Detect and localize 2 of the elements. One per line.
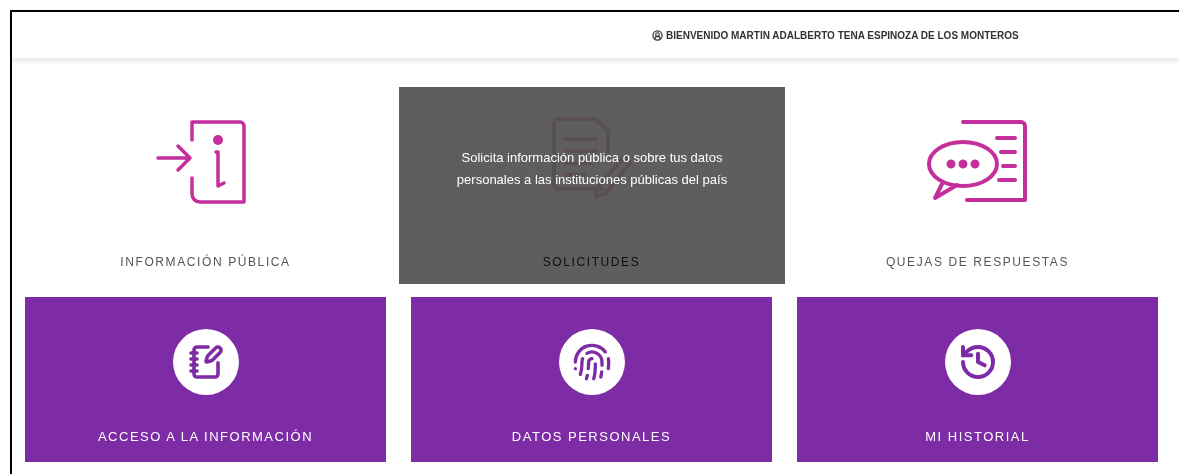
tooltip-text: Solicita información pública o sobre tus datos personales a las instituciones públicas del país <box>455 148 729 189</box>
welcome-label: BIENVENIDO MARTIN ADALBERTO TENA ESPINOZA DE LOS MONTEROS <box>666 29 1019 41</box>
